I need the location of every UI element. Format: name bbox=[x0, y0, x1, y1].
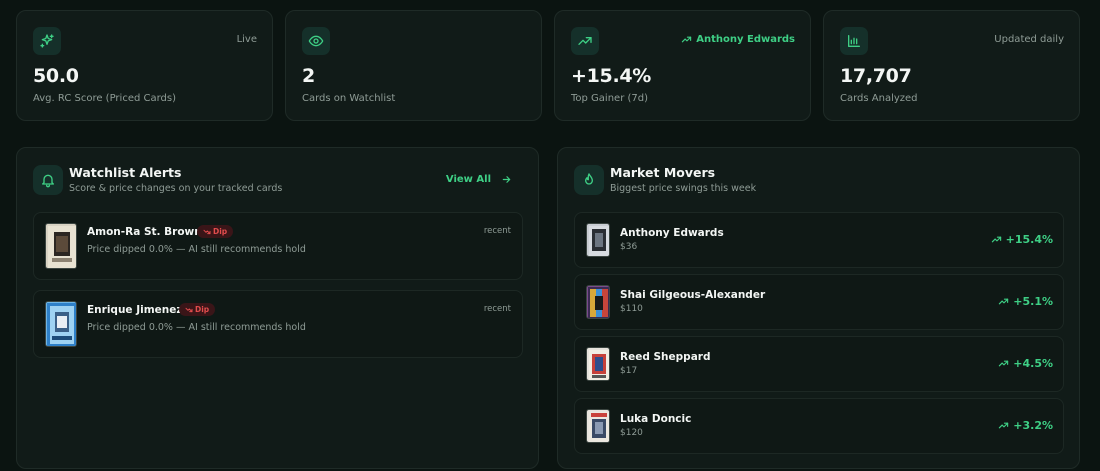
stat-label: Top Gainer (7d) bbox=[571, 93, 649, 104]
alert-time: recent bbox=[483, 304, 511, 314]
bell-icon bbox=[33, 165, 63, 195]
stat-value: 17,707 bbox=[840, 65, 912, 87]
stat-value: 50.0 bbox=[33, 65, 79, 87]
stat-label: Cards Analyzed bbox=[840, 93, 918, 104]
card-thumbnail bbox=[586, 347, 610, 381]
trending-down-icon bbox=[203, 229, 211, 234]
card-thumbnail bbox=[586, 223, 610, 257]
panel-subtitle: Biggest price swings this week bbox=[610, 183, 757, 194]
market-mover-item[interactable]: Reed Sheppard $17 +4.5% bbox=[574, 336, 1064, 392]
market-movers-panel: Market Movers Biggest price swings this … bbox=[557, 147, 1080, 469]
card-thumbnail bbox=[45, 223, 77, 269]
flame-icon bbox=[574, 165, 604, 195]
watchlist-alerts-panel: Watchlist Alerts Score & price changes o… bbox=[16, 147, 539, 469]
dip-badge: Dip bbox=[197, 225, 234, 238]
eye-icon bbox=[302, 27, 330, 55]
trending-up-icon bbox=[991, 236, 1001, 243]
mover-change: +15.4% bbox=[991, 233, 1053, 246]
watchlist-alert-item[interactable]: Amon-Ra St. Brown Dip Price dipped 0.0% … bbox=[33, 212, 523, 280]
trending-up-icon bbox=[999, 360, 1009, 367]
mover-card-name: Reed Sheppard bbox=[620, 351, 711, 363]
watchlist-alert-item[interactable]: Enrique Jimenez Dip Price dipped 0.0% — … bbox=[33, 290, 523, 358]
updated-tag: Updated daily bbox=[994, 34, 1064, 45]
stat-label: Cards on Watchlist bbox=[302, 93, 396, 104]
mover-card-name: Luka Doncic bbox=[620, 413, 692, 425]
stat-value: 2 bbox=[302, 65, 315, 87]
trending-up-icon bbox=[571, 27, 599, 55]
stat-value: +15.4% bbox=[571, 65, 652, 87]
mover-change: +5.1% bbox=[998, 295, 1053, 308]
arrow-right-icon bbox=[502, 176, 511, 183]
mover-change: +3.2% bbox=[998, 419, 1053, 432]
mover-price: $17 bbox=[620, 366, 638, 376]
alert-message: Price dipped 0.0% — AI still recommends … bbox=[87, 322, 306, 333]
mover-price: $110 bbox=[620, 304, 643, 314]
view-all-label: View All bbox=[445, 174, 491, 185]
mover-price: $120 bbox=[620, 428, 643, 438]
market-mover-item[interactable]: Shai Gilgeous-Alexander $110 +5.1% bbox=[574, 274, 1064, 330]
top-gainer-name: Anthony Edwards bbox=[696, 34, 795, 45]
panel-subtitle: Score & price changes on your tracked ca… bbox=[69, 183, 283, 194]
alert-card-name: Amon-Ra St. Brown bbox=[87, 226, 202, 238]
bar-chart-icon bbox=[840, 27, 868, 55]
stat-card-cards-analyzed: Updated daily 17,707 Cards Analyzed bbox=[823, 10, 1080, 121]
view-all-button[interactable]: View All bbox=[446, 174, 512, 185]
trending-down-icon bbox=[185, 307, 193, 312]
market-mover-item[interactable]: Luka Doncic $120 +3.2% bbox=[574, 398, 1064, 454]
panel-title: Watchlist Alerts bbox=[69, 165, 182, 180]
stat-card-top-gainer: Anthony Edwards +15.4% Top Gainer (7d) bbox=[554, 10, 811, 121]
sparkles-icon bbox=[33, 27, 61, 55]
mover-change: +4.5% bbox=[998, 357, 1053, 370]
alert-time: recent bbox=[483, 226, 511, 236]
top-gainer-tag[interactable]: Anthony Edwards bbox=[681, 34, 795, 45]
trending-up-icon bbox=[999, 298, 1009, 305]
dip-badge: Dip bbox=[179, 303, 216, 316]
mover-card-name: Anthony Edwards bbox=[620, 227, 724, 239]
card-thumbnail bbox=[586, 285, 610, 319]
trending-up-icon bbox=[999, 422, 1009, 429]
stat-card-avg-score: Live 50.0 Avg. RC Score (Priced Cards) bbox=[16, 10, 273, 121]
panel-title: Market Movers bbox=[610, 165, 716, 180]
mover-card-name: Shai Gilgeous-Alexander bbox=[620, 289, 766, 301]
trending-up-icon bbox=[682, 36, 692, 43]
stat-card-watchlist: 2 Cards on Watchlist bbox=[285, 10, 542, 121]
mover-price: $36 bbox=[620, 242, 638, 252]
alert-card-name: Enrique Jimenez bbox=[87, 304, 183, 316]
card-thumbnail bbox=[586, 409, 610, 443]
alert-message: Price dipped 0.0% — AI still recommends … bbox=[87, 244, 306, 255]
stat-label: Avg. RC Score (Priced Cards) bbox=[33, 93, 177, 104]
live-tag: Live bbox=[236, 34, 257, 45]
market-mover-item[interactable]: Anthony Edwards $36 +15.4% bbox=[574, 212, 1064, 268]
card-thumbnail bbox=[45, 301, 77, 347]
